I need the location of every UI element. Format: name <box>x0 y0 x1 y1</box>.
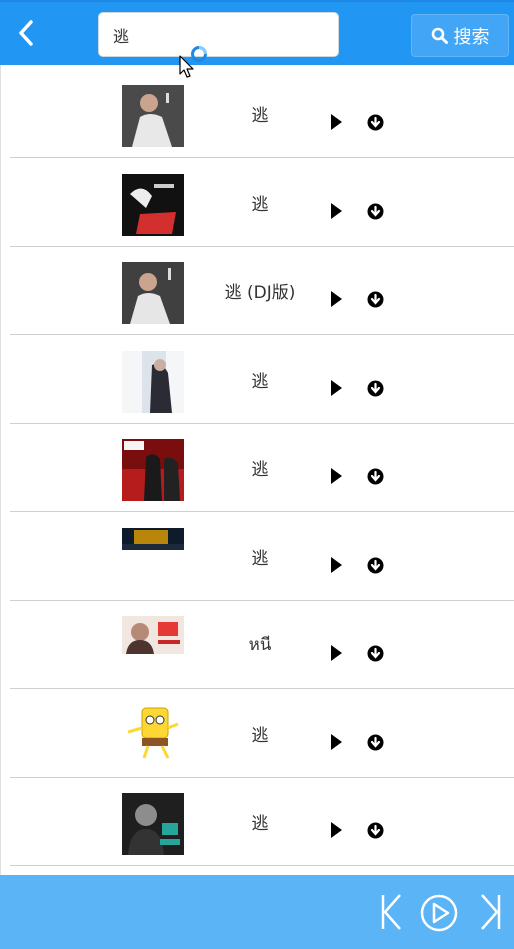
play-icon[interactable] <box>328 113 344 131</box>
play-icon[interactable] <box>328 556 344 574</box>
album-cover <box>122 439 184 501</box>
song-title: 逃 <box>251 549 269 569</box>
song-title: 逃 <box>251 106 269 126</box>
top-bar: 搜索 <box>0 0 514 65</box>
chevron-left-icon <box>19 20 33 46</box>
play-icon[interactable] <box>328 290 344 308</box>
search-input[interactable] <box>98 12 339 57</box>
back-button[interactable] <box>10 16 42 50</box>
skip-back-icon[interactable] <box>380 893 404 931</box>
download-icon[interactable] <box>367 114 384 131</box>
song-title: 逃 <box>251 460 269 480</box>
download-icon[interactable] <box>367 203 384 220</box>
song-title: หนี <box>248 635 272 655</box>
song-row[interactable]: 逃 (DJ版) <box>10 247 514 335</box>
play-circle-icon[interactable] <box>420 894 458 932</box>
search-button[interactable]: 搜索 <box>411 14 509 57</box>
album-cover <box>122 528 184 550</box>
download-icon[interactable] <box>367 822 384 839</box>
album-cover <box>122 85 184 147</box>
download-icon[interactable] <box>367 645 384 662</box>
play-icon[interactable] <box>328 379 344 397</box>
download-icon[interactable] <box>367 557 384 574</box>
album-cover <box>122 351 184 413</box>
search-button-label: 搜索 <box>453 26 490 48</box>
play-icon[interactable] <box>328 821 344 839</box>
song-title: 逃 (DJ版) <box>224 283 296 303</box>
song-title: 逃 <box>251 372 269 392</box>
play-icon[interactable] <box>328 202 344 220</box>
song-list: 逃 逃 逃 (DJ版) 逃 逃 逃 หนี 逃 逃 <box>0 65 514 875</box>
album-cover <box>122 174 184 236</box>
album-cover <box>122 793 184 855</box>
song-title: 逃 <box>251 726 269 746</box>
album-cover <box>122 262 184 324</box>
download-icon[interactable] <box>367 380 384 397</box>
album-cover <box>122 616 184 654</box>
song-row[interactable]: 逃 <box>10 690 514 778</box>
search-icon <box>431 27 448 44</box>
song-row[interactable]: 逃 <box>10 424 514 512</box>
download-icon[interactable] <box>367 734 384 751</box>
download-icon[interactable] <box>367 468 384 485</box>
song-row[interactable]: 逃 <box>10 70 514 158</box>
song-title: 逃 <box>251 195 269 215</box>
song-row[interactable]: หนี <box>10 601 514 689</box>
download-icon[interactable] <box>367 291 384 308</box>
song-row[interactable]: 逃 <box>10 778 514 866</box>
song-row[interactable]: 逃 <box>10 159 514 247</box>
song-row[interactable]: 逃 <box>10 336 514 424</box>
album-cover <box>122 702 184 764</box>
skip-forward-icon[interactable] <box>478 893 502 931</box>
play-icon[interactable] <box>328 733 344 751</box>
song-row[interactable]: 逃 <box>10 513 514 601</box>
song-title: 逃 <box>251 814 269 834</box>
player-bar <box>0 875 514 949</box>
play-icon[interactable] <box>328 467 344 485</box>
play-icon[interactable] <box>328 644 344 662</box>
